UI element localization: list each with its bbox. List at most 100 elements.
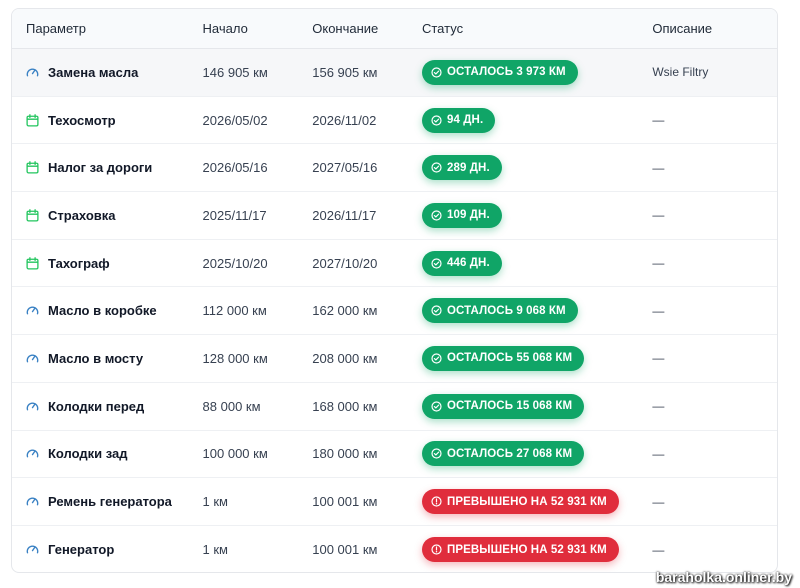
gauge-icon bbox=[26, 495, 39, 508]
cell-desc: — bbox=[652, 542, 665, 557]
gauge-icon bbox=[26, 400, 39, 413]
table-body: Замена масла 146 905 км 156 905 км ОСТАЛ… bbox=[12, 49, 777, 572]
cell-param: Масло в коробке bbox=[12, 303, 189, 318]
header-start[interactable]: Начало bbox=[189, 21, 299, 36]
param-name: Страховка bbox=[48, 207, 116, 223]
cell-desc: — bbox=[652, 494, 665, 509]
cell-param: Ремень генератора bbox=[12, 494, 189, 509]
status-badge: 109 ДН. bbox=[421, 202, 502, 228]
cell-end: 2027/05/16 bbox=[312, 160, 378, 176]
table-row[interactable]: Замена масла 146 905 км 156 905 км ОСТАЛ… bbox=[12, 49, 777, 97]
cell-desc: — bbox=[652, 113, 665, 128]
maintenance-table: Параметр Начало Окончание Статус Описани… bbox=[11, 8, 778, 573]
cell-end: 2027/10/20 bbox=[312, 255, 378, 271]
cell-start: 1 км bbox=[202, 542, 228, 558]
table-row[interactable]: Ремень генератора 1 км 100 001 км ПРЕВЫШ… bbox=[12, 478, 777, 526]
status-badge: ПРЕВЫШЕНО НА 52 931 КМ bbox=[421, 537, 619, 563]
cell-param: Колодки зад bbox=[12, 446, 189, 461]
status-badge: ОСТАЛОСЬ 3 973 КМ bbox=[421, 59, 578, 85]
cell-start: 100 000 км bbox=[202, 446, 268, 462]
cell-start: 112 000 км bbox=[202, 303, 267, 319]
cell-start: 146 905 км bbox=[202, 64, 268, 80]
status-text: 289 ДН. bbox=[446, 161, 490, 174]
param-name: Тахограф bbox=[48, 255, 110, 271]
cell-desc: — bbox=[652, 160, 665, 175]
cell-param: Тахограф bbox=[12, 256, 189, 271]
cell-start: 2025/11/17 bbox=[202, 207, 267, 223]
check-circle-icon bbox=[431, 305, 442, 316]
table-row[interactable]: Масло в коробке 112 000 км 162 000 км ОС… bbox=[12, 287, 777, 336]
check-circle-icon bbox=[431, 258, 442, 269]
cell-param: Налог за дороги bbox=[12, 160, 189, 175]
cell-desc: — bbox=[652, 208, 665, 223]
header-end[interactable]: Окончание bbox=[298, 21, 408, 36]
gauge-icon bbox=[26, 447, 39, 460]
cell-desc: — bbox=[652, 399, 665, 414]
check-circle-icon bbox=[431, 210, 442, 221]
cell-end: 2026/11/17 bbox=[312, 207, 377, 223]
cell-start: 1 км bbox=[202, 494, 228, 510]
gauge-icon bbox=[26, 66, 39, 79]
alert-circle-icon bbox=[431, 544, 442, 555]
status-badge: ПРЕВЫШЕНО НА 52 931 КМ bbox=[421, 489, 619, 515]
cell-desc: — bbox=[652, 446, 665, 461]
status-text: 94 ДН. bbox=[446, 114, 484, 127]
cell-status: ОСТАЛОСЬ 55 068 КМ bbox=[408, 345, 638, 371]
param-name: Масло в коробке bbox=[48, 303, 157, 319]
table-row[interactable]: Колодки перед 88 000 км 168 000 км ОСТАЛ… bbox=[12, 383, 777, 431]
table-row[interactable]: Техосмотр 2026/05/02 2026/11/02 94 ДН. — bbox=[12, 97, 777, 145]
cell-status: ОСТАЛОСЬ 15 068 КМ bbox=[408, 393, 638, 419]
header-param[interactable]: Параметр bbox=[12, 21, 189, 36]
cell-end: 162 000 км bbox=[312, 303, 378, 319]
param-name: Колодки перед bbox=[48, 398, 145, 414]
header-status[interactable]: Статус bbox=[408, 21, 638, 36]
status-badge: ОСТАЛОСЬ 27 068 КМ bbox=[421, 441, 585, 467]
header-desc[interactable]: Описание bbox=[638, 21, 777, 36]
cell-end: 168 000 км bbox=[312, 398, 378, 414]
gauge-icon bbox=[26, 352, 39, 365]
cell-status: ОСТАЛОСЬ 27 068 КМ bbox=[408, 441, 638, 467]
cell-end: 100 001 км bbox=[312, 542, 378, 558]
cell-start: 2025/10/20 bbox=[202, 255, 268, 271]
cell-desc: Wsie Filtry bbox=[652, 65, 709, 80]
status-text: ОСТАЛОСЬ 27 068 КМ bbox=[446, 447, 573, 460]
cell-end: 180 000 км bbox=[312, 446, 378, 462]
table-row[interactable]: Генератор 1 км 100 001 км ПРЕВЫШЕНО НА 5… bbox=[12, 526, 777, 572]
cell-start: 88 000 км bbox=[202, 398, 261, 414]
status-text: ПРЕВЫШЕНО НА 52 931 КМ bbox=[446, 543, 607, 556]
cell-param: Генератор bbox=[12, 542, 189, 557]
status-badge: 289 ДН. bbox=[421, 155, 502, 181]
status-badge: ОСТАЛОСЬ 15 068 КМ bbox=[421, 393, 585, 419]
table-row[interactable]: Страховка 2025/11/17 2026/11/17 109 ДН. … bbox=[12, 192, 777, 240]
param-name: Генератор bbox=[48, 542, 115, 558]
cell-param: Масло в мосту bbox=[12, 351, 189, 366]
status-badge: ОСТАЛОСЬ 9 068 КМ bbox=[421, 298, 578, 324]
cell-param: Колодки перед bbox=[12, 399, 189, 414]
alert-circle-icon bbox=[431, 496, 442, 507]
cell-status: 109 ДН. bbox=[408, 202, 638, 228]
table-header: Параметр Начало Окончание Статус Описани… bbox=[12, 9, 777, 49]
cell-param: Страховка bbox=[12, 208, 189, 223]
param-name: Замена масла bbox=[48, 64, 139, 80]
table-row[interactable]: Колодки зад 100 000 км 180 000 км ОСТАЛО… bbox=[12, 431, 777, 479]
watermark: baraholka.onliner.by bbox=[655, 569, 792, 585]
param-name: Масло в мосту bbox=[48, 350, 144, 366]
cell-desc: — bbox=[652, 256, 665, 271]
table-row[interactable]: Налог за дороги 2026/05/16 2027/05/16 28… bbox=[12, 144, 777, 193]
cell-start: 2026/05/16 bbox=[202, 160, 268, 176]
param-name: Налог за дороги bbox=[48, 160, 153, 176]
check-circle-icon bbox=[431, 401, 442, 412]
cell-status: ОСТАЛОСЬ 3 973 КМ bbox=[408, 59, 638, 85]
cell-desc: — bbox=[652, 351, 665, 366]
calendar-icon bbox=[26, 113, 39, 127]
cell-start: 128 000 км bbox=[202, 350, 268, 366]
calendar-icon bbox=[26, 256, 39, 270]
check-circle-icon bbox=[431, 448, 442, 459]
status-text: ОСТАЛОСЬ 9 068 КМ bbox=[446, 304, 566, 317]
check-circle-icon bbox=[431, 353, 442, 364]
table-row[interactable]: Масло в мосту 128 000 км 208 000 км ОСТА… bbox=[12, 335, 777, 383]
status-text: 109 ДН. bbox=[446, 209, 490, 222]
status-text: 446 ДН. bbox=[446, 257, 490, 270]
check-circle-icon bbox=[431, 114, 442, 126]
table-row[interactable]: Тахограф 2025/10/20 2027/10/20 446 ДН. — bbox=[12, 240, 777, 288]
